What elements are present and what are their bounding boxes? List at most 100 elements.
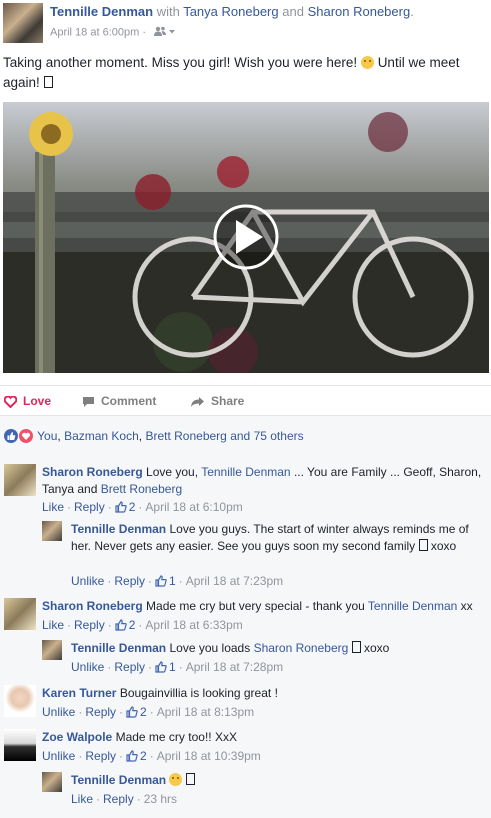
- comment-mention[interactable]: Tennille Denman: [201, 465, 290, 479]
- comment-reply-button[interactable]: Reply: [114, 574, 145, 588]
- thumbs-up-icon: [126, 706, 138, 718]
- comment-body: Sharon Roneberg Love you, Tennille Denma…: [42, 464, 482, 498]
- comment-like-button[interactable]: Like: [42, 500, 64, 514]
- comment-mention[interactable]: Tennille Denman: [368, 599, 457, 613]
- comment-author[interactable]: Tennille Denman: [71, 641, 166, 655]
- comment-text: Love you,: [146, 465, 199, 479]
- comment-body: Karen Turner Bougainvillia is looking gr…: [42, 685, 488, 702]
- comment-author[interactable]: Tennille Denman: [71, 773, 166, 787]
- comment-reply-button[interactable]: Reply: [85, 749, 116, 763]
- post-author-name[interactable]: Tennille Denman: [50, 4, 153, 19]
- unsupported-glyph-icon: [43, 76, 53, 88]
- unsupported-glyph-icon: [351, 641, 361, 653]
- comments-section: Sharon Roneberg Love you, Tennille Denma…: [0, 454, 491, 818]
- smile-emoji-icon: [360, 56, 374, 69]
- period-text: .: [410, 4, 414, 19]
- comment-unlike-button[interactable]: Unlike: [71, 660, 104, 674]
- reaction-and: and: [230, 429, 251, 443]
- comment-like-count[interactable]: 2: [129, 500, 136, 514]
- comment-reply-button[interactable]: Reply: [74, 618, 105, 632]
- comment-reply-button[interactable]: Reply: [74, 500, 105, 514]
- comment-item: Sharon Roneberg Love you, Tennille Denma…: [4, 464, 488, 516]
- comment-like-button[interactable]: Like: [71, 792, 93, 806]
- commenter-avatar[interactable]: [4, 464, 36, 496]
- reply-item: Tennille Denman Love you loads Sharon Ro…: [42, 640, 488, 676]
- commenter-avatar[interactable]: [42, 772, 62, 792]
- reaction-person-2[interactable]: Brett Roneberg: [145, 429, 226, 443]
- post-actions: Love Comment Share: [0, 386, 491, 414]
- friends-audience-icon[interactable]: [153, 26, 177, 39]
- comment-author[interactable]: Sharon Roneberg: [42, 599, 143, 613]
- thumbs-up-icon: [115, 501, 127, 513]
- reactions-bar: You, Bazman Koch, Brett Roneberg and 75 …: [0, 416, 491, 454]
- commenter-avatar[interactable]: [42, 521, 62, 541]
- comment-item: Karen Turner Bougainvillia is looking gr…: [4, 685, 488, 721]
- comment-like-button[interactable]: Like: [42, 618, 64, 632]
- comment-time[interactable]: April 18 at 10:39pm: [157, 749, 261, 763]
- comment-body: Zoe Walpole Made me cry too!! XxX: [42, 729, 488, 746]
- comment-unlike-button[interactable]: Unlike: [71, 574, 104, 588]
- comment-like-count[interactable]: 2: [129, 618, 136, 632]
- comment-time[interactable]: April 18 at 8:13pm: [157, 705, 254, 719]
- comment-author[interactable]: Zoe Walpole: [42, 730, 112, 744]
- comment-like-count[interactable]: 2: [140, 705, 147, 719]
- comment-button[interactable]: Comment: [82, 394, 156, 408]
- post-timestamp[interactable]: April 18 at 6:00pm: [50, 26, 139, 38]
- comment-time[interactable]: April 18 at 7:23pm: [186, 574, 283, 588]
- commenter-avatar[interactable]: [42, 640, 62, 660]
- comment-text: Made me cry but very special - thank you: [146, 599, 365, 613]
- commenter-avatar[interactable]: [4, 729, 36, 761]
- comment-like-count[interactable]: 2: [140, 749, 147, 763]
- comment-icon: [83, 397, 94, 407]
- comment-unlike-button[interactable]: Unlike: [42, 749, 75, 763]
- comment-label: Comment: [101, 394, 157, 408]
- comment-like-count[interactable]: 1: [169, 574, 176, 588]
- comment-meta: Like · Reply · 23 hrs: [71, 792, 178, 806]
- reaction-person-1[interactable]: Bazman Koch: [64, 429, 139, 443]
- comment-meta: Unlike · Reply · 1 · April 18 at 7:28pm: [71, 660, 284, 674]
- comment-time[interactable]: 23 hrs: [144, 792, 177, 806]
- comment-meta: Like · Reply · 2 · April 18 at 6:33pm: [42, 618, 243, 632]
- comment-meta: Unlike · Reply · 2 · April 18 at 8:13pm: [42, 705, 255, 719]
- reaction-you[interactable]: You: [37, 429, 57, 443]
- comment-reply-button[interactable]: Reply: [103, 792, 134, 806]
- comment-time[interactable]: April 18 at 6:33pm: [145, 618, 242, 632]
- tagged-user-2[interactable]: Sharon Roneberg: [308, 4, 411, 19]
- comment-reply-button[interactable]: Reply: [114, 660, 145, 674]
- meta-separator: ·: [142, 26, 147, 39]
- comment-text: xx: [460, 599, 473, 613]
- comment-author[interactable]: Karen Turner: [42, 686, 116, 700]
- reaction-sep: ,: [138, 429, 143, 443]
- comment-unlike-button[interactable]: Unlike: [42, 705, 75, 719]
- comment-text: xoxo: [430, 539, 457, 553]
- facebook-post: Tennille Denman with Tanya Roneberg and …: [0, 0, 491, 818]
- author-avatar[interactable]: [3, 3, 43, 43]
- share-button[interactable]: Share: [190, 394, 244, 408]
- reactions-summary[interactable]: You, Bazman Koch, Brett Roneberg and 75 …: [4, 429, 304, 443]
- comment-author[interactable]: Tennille Denman: [71, 522, 166, 536]
- comment-reply-button[interactable]: Reply: [85, 705, 116, 719]
- post-author-line: Tennille Denman with Tanya Roneberg and …: [50, 4, 414, 19]
- divider: [0, 385, 491, 386]
- comment-body: Tennille Denman: [71, 772, 481, 789]
- comment-author[interactable]: Sharon Roneberg: [42, 465, 143, 479]
- thumbs-up-icon: [115, 619, 127, 631]
- reply-item: Tennille Denman Love you guys. The start…: [42, 521, 488, 589]
- commenter-avatar[interactable]: [4, 685, 36, 717]
- video-player[interactable]: [3, 102, 489, 373]
- comment-meta: Unlike · Reply · 1 · April 18 at 7:23pm: [71, 574, 284, 588]
- unsupported-glyph-icon: [418, 539, 428, 551]
- commenter-avatar[interactable]: [4, 598, 36, 630]
- comment-mention[interactable]: Brett Roneberg: [101, 482, 182, 496]
- comment-time[interactable]: April 18 at 7:28pm: [186, 660, 283, 674]
- reply-item: Tennille Denman Like · Reply · 23 hrs: [42, 772, 488, 808]
- comment-mention[interactable]: Sharon Roneberg: [254, 641, 349, 655]
- reaction-others[interactable]: 75 others: [254, 429, 304, 443]
- tagged-user-1[interactable]: Tanya Roneberg: [183, 4, 278, 19]
- smile-emoji-icon: [169, 773, 183, 786]
- comment-item: Sharon Roneberg Made me cry but very spe…: [4, 598, 488, 634]
- love-button[interactable]: Love: [3, 394, 51, 409]
- comment-time[interactable]: April 18 at 6:10pm: [145, 500, 242, 514]
- post-header: Tennille Denman with Tanya Roneberg and …: [0, 0, 491, 46]
- comment-like-count[interactable]: 1: [169, 660, 176, 674]
